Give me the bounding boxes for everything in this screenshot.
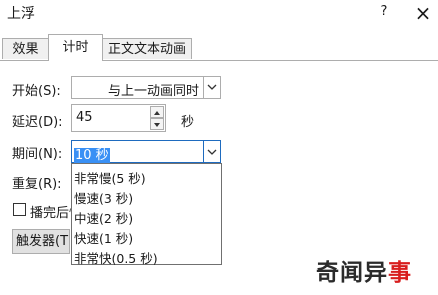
chevron-down-icon — [207, 149, 217, 155]
delay-decrement-button[interactable] — [150, 118, 164, 130]
dialog-title: 上浮 — [7, 6, 35, 22]
tab-effects[interactable]: 效果 — [2, 38, 49, 59]
duration-option-slow[interactable]: 慢速(3 秒) — [74, 188, 133, 207]
duration-option-very-fast[interactable]: 非常快(0.5 秒) — [74, 248, 158, 267]
duration-label: 期间(N): — [12, 147, 63, 162]
start-dropdown-button[interactable] — [203, 77, 220, 98]
tab-text-animation[interactable]: 正文文本动画 — [102, 38, 192, 59]
duration-dropdown-button[interactable] — [203, 140, 221, 163]
watermark-text: 奇闻异 — [316, 260, 388, 286]
delay-label: 延迟(D): — [12, 115, 63, 130]
duration-option-fast[interactable]: 快速(1 秒) — [74, 228, 133, 247]
duration-select-value: 10 秒 — [74, 148, 110, 163]
duration-dropdown-list: 非常慢(5 秒) 慢速(3 秒) 中速(2 秒) 快速(1 秒) 非常快(0.5… — [71, 163, 222, 267]
chevron-down-icon — [207, 84, 217, 90]
duration-option-very-slow[interactable]: 非常慢(5 秒) — [74, 168, 146, 187]
watermark-accent-text: 事 — [388, 260, 412, 286]
triggers-button[interactable]: 触发器(T) — [12, 229, 70, 254]
delay-unit: 秒 — [181, 115, 195, 130]
rewind-checkbox[interactable] — [13, 203, 26, 216]
watermark-logo: 奇闻异事 — [316, 253, 412, 287]
triangle-up-icon — [154, 111, 160, 115]
tab-timing[interactable]: 计时 — [48, 34, 103, 61]
delay-increment-button[interactable] — [150, 106, 164, 118]
triangle-down-icon — [154, 123, 160, 127]
duration-select[interactable]: 10 秒 — [71, 140, 221, 163]
start-select-value: 与上一动画同时 — [108, 84, 200, 99]
title-bar: 上浮 ? × — [0, 0, 438, 28]
start-select[interactable]: 与上一动画同时 — [71, 76, 221, 99]
close-button[interactable]: × — [412, 0, 434, 26]
help-button[interactable]: ? — [376, 4, 392, 22]
repeat-label: 重复(R): — [12, 177, 62, 192]
duration-option-medium[interactable]: 中速(2 秒) — [74, 208, 133, 227]
delay-value: 45 — [76, 110, 93, 125]
start-label: 开始(S): — [12, 84, 61, 99]
delay-spinner[interactable]: 45 — [71, 104, 166, 132]
